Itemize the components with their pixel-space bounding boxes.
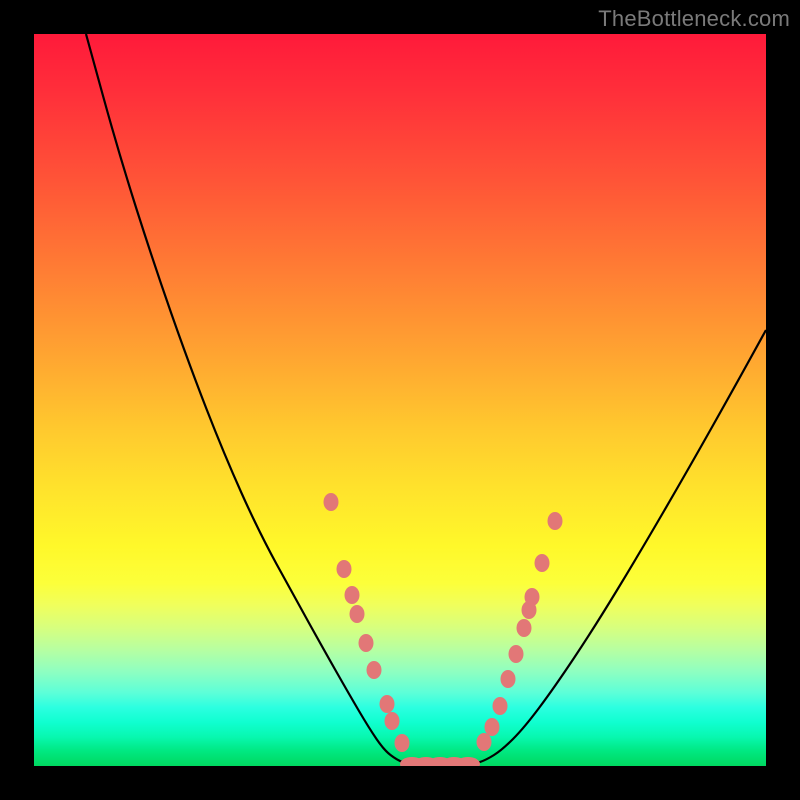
data-point	[525, 588, 540, 606]
data-point	[350, 605, 365, 623]
data-point	[359, 634, 374, 652]
curve-left	[86, 34, 408, 764]
curve-right	[474, 330, 766, 764]
data-point	[380, 695, 395, 713]
data-point	[324, 493, 339, 511]
chart-svg	[34, 34, 766, 766]
chart-frame	[34, 34, 766, 766]
data-point	[548, 512, 563, 530]
data-point	[385, 712, 400, 730]
data-point	[337, 560, 352, 578]
data-point	[345, 586, 360, 604]
data-point	[477, 733, 492, 751]
data-point	[493, 697, 508, 715]
data-point	[509, 645, 524, 663]
data-point	[535, 554, 550, 572]
data-point	[367, 661, 382, 679]
watermark-text: TheBottleneck.com	[598, 6, 790, 32]
data-point	[395, 734, 410, 752]
data-point	[501, 670, 516, 688]
beads-right-group	[477, 512, 563, 751]
data-point	[517, 619, 532, 637]
beads-flat-group	[400, 757, 480, 766]
beads-left-group	[324, 493, 410, 752]
data-point	[485, 718, 500, 736]
